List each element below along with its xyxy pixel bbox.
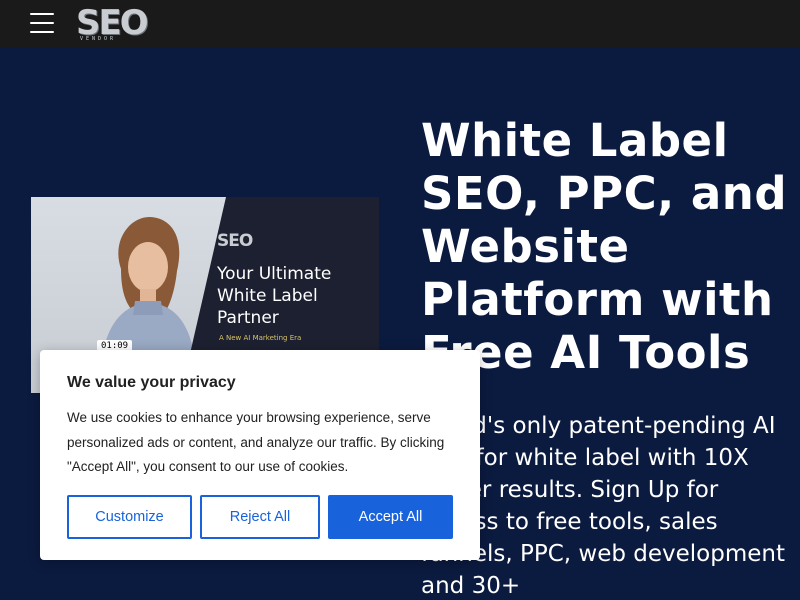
logo-subtext: VENDOR [80,36,117,42]
cookie-banner-title: We value your privacy [67,374,236,391]
top-navigation-bar: SEO VENDOR [0,0,800,47]
video-logo: SEO [217,231,253,251]
hamburger-menu-icon[interactable] [30,13,54,33]
seo-vendor-logo[interactable]: SEO VENDOR [76,3,149,44]
hero-headline: White Label SEO, PPC, and Website Platfo… [421,114,788,379]
customize-button[interactable]: Customize [67,495,192,539]
cookie-banner-text: We use cookies to enhance your browsing … [67,410,445,474]
logo-wordmark: SEO [76,3,149,43]
reject-all-button[interactable]: Reject All [200,495,320,539]
video-title: Your Ultimate White Label Partner [217,264,332,328]
video-tagline: A New AI Marketing Era [219,334,302,342]
accept-all-button[interactable]: Accept All [328,495,453,539]
cookie-consent-banner: We value your privacy We use cookies to … [40,350,480,560]
